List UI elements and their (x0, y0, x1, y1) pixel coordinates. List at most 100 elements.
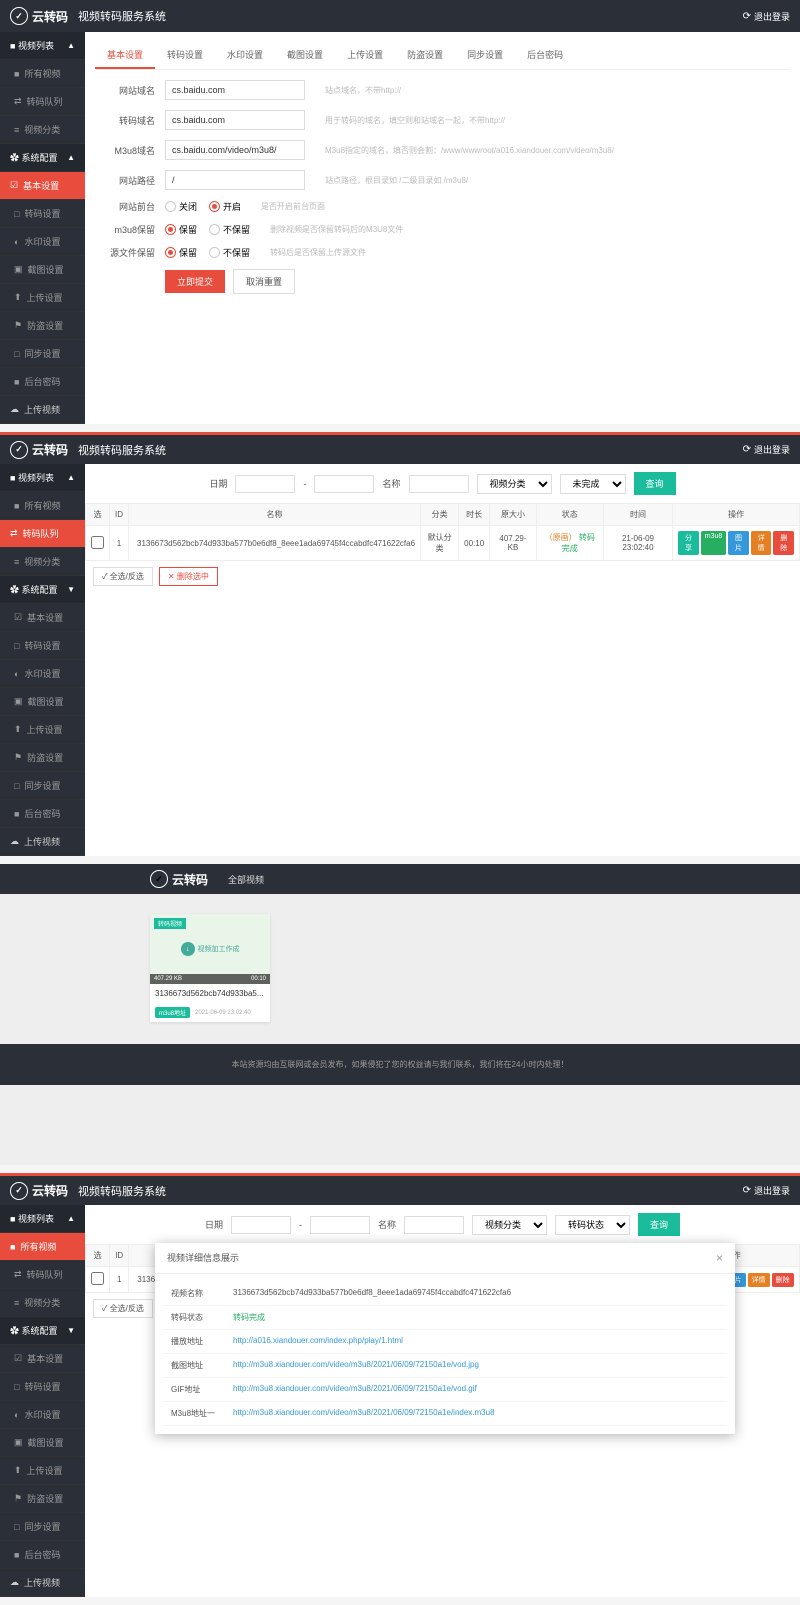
sidebar-item-category[interactable]: ≡ 视频分类 (0, 116, 85, 144)
tab-password[interactable]: 后台密码 (515, 42, 575, 69)
action-delete[interactable]: 删除 (772, 1273, 794, 1287)
radio-m3u8-keep[interactable]: 保留 (165, 223, 197, 236)
query-button[interactable]: 查询 (638, 1213, 680, 1236)
sidebar-item-screenshot[interactable]: ▣ 截图设置 (0, 1429, 85, 1457)
tab-transcode[interactable]: 转码设置 (155, 42, 215, 69)
sidebar-item-upload[interactable]: ⬆ 上传设置 (0, 1457, 85, 1485)
close-icon[interactable]: × (716, 1251, 723, 1265)
sidebar-item-antitheft[interactable]: ⚑ 防盗设置 (0, 312, 85, 340)
radio-m3u8-notkeep[interactable]: 不保留 (209, 223, 250, 236)
action-delete[interactable]: 删除 (773, 531, 794, 555)
sidebar-item-password[interactable]: ■ 后台密码 (0, 800, 85, 828)
tab-basic[interactable]: 基本设置 (95, 42, 155, 69)
tab-watermark[interactable]: 水印设置 (215, 42, 275, 69)
filter-category-select[interactable]: 视频分类 (472, 1215, 547, 1235)
sidebar-item-screenshot[interactable]: ▣ 截图设置 (0, 688, 85, 716)
row-checkbox[interactable] (91, 536, 104, 549)
radio-frontend-on[interactable]: 开启 (209, 200, 241, 213)
radio-source-notkeep[interactable]: 不保留 (209, 246, 250, 259)
sidebar-item-transcode[interactable]: □ 转码设置 (0, 632, 85, 660)
sidebar-item-watermark[interactable]: ◐ 水印设置 (0, 1401, 85, 1429)
th-select: 选 (86, 504, 110, 526)
filter-date-to[interactable] (310, 1216, 370, 1234)
query-button[interactable]: 查询 (634, 472, 676, 495)
sidebar-item-upload[interactable]: ⬆ 上传设置 (0, 284, 85, 312)
sidebar-item-password[interactable]: ■ 后台密码 (0, 1541, 85, 1569)
sidebar-item-queue[interactable]: ⇄ 转码队列 (0, 1261, 85, 1289)
sidebar-item-screenshot[interactable]: ▣ 截图设置 (0, 256, 85, 284)
modal-value-m3u8[interactable]: http://m3u8.xiandouer.com/video/m3u8/202… (233, 1408, 495, 1419)
action-image[interactable]: 图片 (728, 531, 749, 555)
sidebar-group-video[interactable]: ■ 视频列表▲ (0, 32, 85, 60)
sidebar-group-config[interactable]: ✿ 系统配置▼ (0, 1317, 85, 1345)
sidebar-item-upload[interactable]: ⬆ 上传设置 (0, 716, 85, 744)
sidebar-item-queue[interactable]: ⇄ 转码队列 (0, 88, 85, 116)
modal-value-play[interactable]: http://a016.xiandouer.com/index.php/play… (233, 1336, 403, 1347)
radio-frontend-off[interactable]: 关闭 (165, 200, 197, 213)
th-category: 分类 (421, 504, 459, 526)
sidebar-group-config[interactable]: ✿ 系统配置▲ (0, 144, 85, 172)
delete-selected-button[interactable]: ✕ 删除选中 (159, 567, 218, 586)
sidebar-item-transcode[interactable]: □ 转码设置 (0, 200, 85, 228)
tab-screenshot[interactable]: 截图设置 (275, 42, 335, 69)
sidebar-item-sync[interactable]: □ 同步设置 (0, 340, 85, 368)
sidebar-group-video[interactable]: ■ 视频列表▲ (0, 1205, 85, 1233)
logout-button[interactable]: 退出登录 (743, 10, 790, 23)
sidebar-item-basic[interactable]: ☑ 基本设置 (0, 604, 85, 632)
sidebar-item-upload-video[interactable]: ☁ 上传视频 (0, 828, 85, 856)
sidebar-item-category[interactable]: ≡ 视频分类 (0, 548, 85, 576)
input-transcode-domain[interactable] (165, 110, 305, 130)
tab-upload[interactable]: 上传设置 (335, 42, 395, 69)
sidebar-item-basic[interactable]: ☑ 基本设置 (0, 172, 85, 200)
filter-date-to[interactable] (314, 475, 374, 493)
input-site-path[interactable] (165, 170, 305, 190)
sidebar-item-password[interactable]: ■ 后台密码 (0, 368, 85, 396)
logout-button[interactable]: 退出登录 (743, 1184, 790, 1197)
tab-antitheft[interactable]: 防盗设置 (395, 42, 455, 69)
sidebar-item-antitheft[interactable]: ⚑ 防盗设置 (0, 1485, 85, 1513)
action-m3u8[interactable]: m3u8 (701, 531, 727, 555)
sidebar-group-config[interactable]: ✿ 系统配置▼ (0, 576, 85, 604)
row-checkbox[interactable] (91, 1272, 104, 1285)
sidebar-item-category[interactable]: ≡ 视频分类 (0, 1289, 85, 1317)
modal-value-shot[interactable]: http://m3u8.xiandouer.com/video/m3u8/202… (233, 1360, 479, 1371)
video-card[interactable]: 转码视频 ↓视频加工作成 407.29 KB00:10 3136673d562b… (150, 914, 270, 1022)
select-all-button[interactable]: ✓ 全选/反选 (93, 1299, 153, 1318)
modal-value-gif[interactable]: http://m3u8.xiandouer.com/video/m3u8/202… (233, 1384, 477, 1395)
nav-all-videos[interactable]: 全部视频 (228, 873, 264, 886)
sidebar-group-video[interactable]: ■ 视频列表▲ (0, 464, 85, 492)
radio-source-keep[interactable]: 保留 (165, 246, 197, 259)
sidebar-item-all-videos[interactable]: ■ 所有视频 (0, 492, 85, 520)
action-detail[interactable]: 详情 (748, 1273, 770, 1287)
sidebar-item-all-videos[interactable]: ■ 所有视频 (0, 1233, 85, 1261)
sidebar-item-watermark[interactable]: ◐ 水印设置 (0, 660, 85, 688)
action-share[interactable]: 分享 (678, 531, 699, 555)
sidebar-item-queue[interactable]: ⇄ 转码队列 (0, 520, 85, 548)
filter-name-input[interactable] (409, 475, 469, 493)
filter-date-from[interactable] (235, 475, 295, 493)
logo-icon: ✓ (10, 441, 28, 459)
filter-status-select[interactable]: 未完成 (560, 474, 626, 494)
input-site-domain[interactable] (165, 80, 305, 100)
tab-sync[interactable]: 同步设置 (455, 42, 515, 69)
sidebar-item-all-videos[interactable]: ■ 所有视频 (0, 60, 85, 88)
select-all-button[interactable]: ✓ 全选/反选 (93, 567, 153, 586)
sidebar-item-basic[interactable]: ☑ 基本设置 (0, 1345, 85, 1373)
logout-button[interactable]: 退出登录 (743, 443, 790, 456)
filter-status-select[interactable]: 转码状态 (555, 1215, 630, 1235)
action-detail[interactable]: 详情 (751, 531, 772, 555)
filter-category-select[interactable]: 视频分类 (477, 474, 552, 494)
input-m3u8-domain[interactable] (165, 140, 305, 160)
filter-date-from[interactable] (231, 1216, 291, 1234)
m3u8-badge[interactable]: m3u8地址 (155, 1007, 190, 1018)
submit-button[interactable]: 立即提交 (165, 270, 225, 293)
sidebar-item-watermark[interactable]: ◐ 水印设置 (0, 228, 85, 256)
sidebar-item-transcode[interactable]: □ 转码设置 (0, 1373, 85, 1401)
sidebar-item-upload-video[interactable]: ☁ 上传视频 (0, 1569, 85, 1597)
filter-name-input[interactable] (404, 1216, 464, 1234)
sidebar-item-sync[interactable]: □ 同步设置 (0, 1513, 85, 1541)
sidebar-item-upload-video[interactable]: ☁ 上传视频 (0, 396, 85, 424)
reset-button[interactable]: 取消重置 (233, 269, 295, 294)
sidebar-item-sync[interactable]: □ 同步设置 (0, 772, 85, 800)
sidebar-item-antitheft[interactable]: ⚑ 防盗设置 (0, 744, 85, 772)
